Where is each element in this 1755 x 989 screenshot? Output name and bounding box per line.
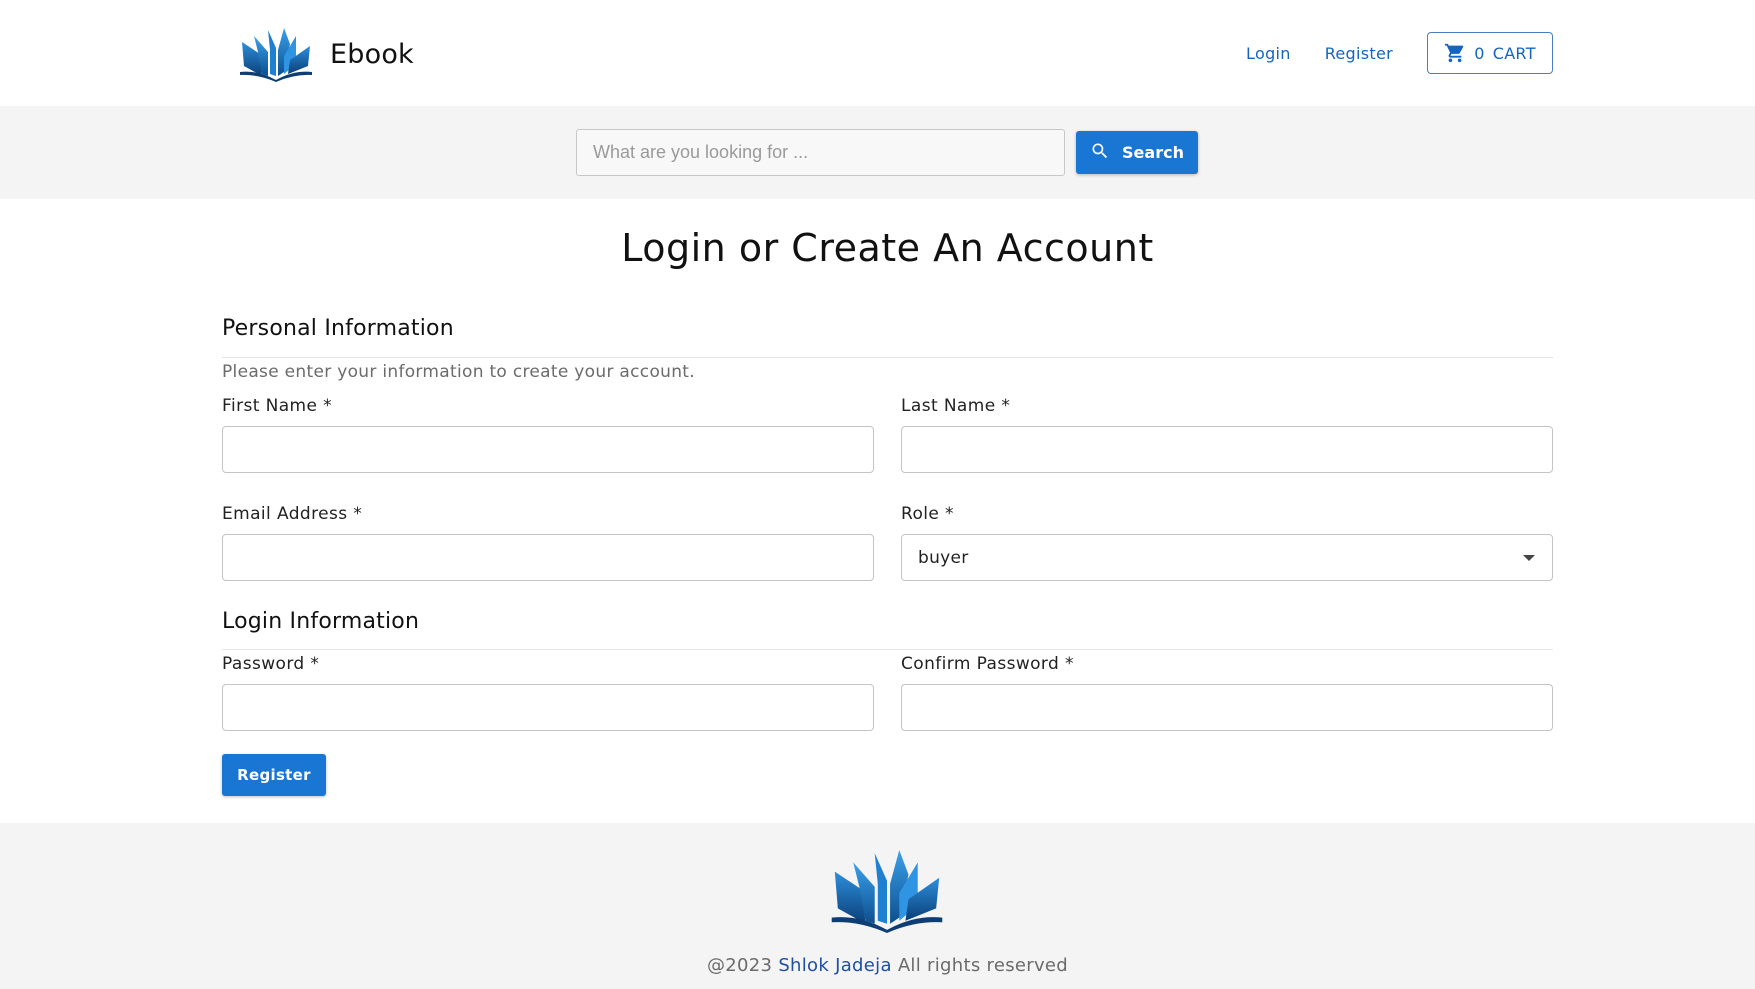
first-name-label: First Name * (222, 396, 333, 416)
cart-label: CART (1492, 43, 1536, 63)
footer-rights: All rights reserved (897, 955, 1069, 976)
login-info-divider (222, 649, 1553, 650)
footer-year: @2023 (706, 955, 773, 976)
search-icon (1090, 141, 1110, 165)
brand-logo-link[interactable]: Ebook (238, 24, 414, 84)
personal-info-helper: Please enter your information to create … (222, 362, 695, 382)
personal-info-heading: Personal Information (222, 316, 454, 341)
open-book-icon (238, 26, 314, 82)
search-button-label: Search (1122, 143, 1184, 162)
last-name-label: Last Name * (901, 396, 1011, 416)
role-select[interactable]: buyer (901, 534, 1553, 581)
cart-count: 0 (1474, 43, 1485, 63)
login-info-heading: Login Information (222, 609, 420, 634)
caret-down-icon (1522, 548, 1536, 568)
site-header: Ebook Login Register 0 CART (0, 0, 1755, 106)
nav-login-link[interactable]: Login (1246, 44, 1291, 63)
register-submit-button[interactable]: Register (222, 754, 326, 796)
search-band: Search (0, 106, 1755, 199)
confirm-password-label: Confirm Password * (901, 654, 1074, 674)
open-book-icon (827, 847, 947, 937)
first-name-field[interactable] (222, 426, 874, 473)
cart-button[interactable]: 0 CART (1427, 32, 1553, 74)
header-nav: Login Register 0 CART (1246, 32, 1553, 74)
email-field[interactable] (222, 534, 874, 581)
footer-author-link[interactable]: Shlok Jadeja (778, 955, 891, 976)
role-select-value: buyer (918, 547, 969, 568)
confirm-password-field[interactable] (901, 684, 1553, 731)
page-title: Login or Create An Account (621, 226, 1154, 270)
cart-icon (1444, 42, 1466, 64)
role-label: Role * (901, 504, 954, 524)
site-footer: @2023 Shlok Jadeja All rights reserved (0, 823, 1755, 989)
search-input[interactable] (576, 129, 1065, 176)
brand-name: Ebook (330, 38, 414, 70)
email-label: Email Address * (222, 504, 363, 524)
personal-info-divider (222, 357, 1553, 358)
nav-register-link[interactable]: Register (1325, 44, 1393, 63)
footer-copyright: @2023 Shlok Jadeja All rights reserved (0, 955, 1755, 976)
last-name-field[interactable] (901, 426, 1553, 473)
password-label: Password * (222, 654, 320, 674)
search-button[interactable]: Search (1076, 131, 1198, 174)
password-field[interactable] (222, 684, 874, 731)
